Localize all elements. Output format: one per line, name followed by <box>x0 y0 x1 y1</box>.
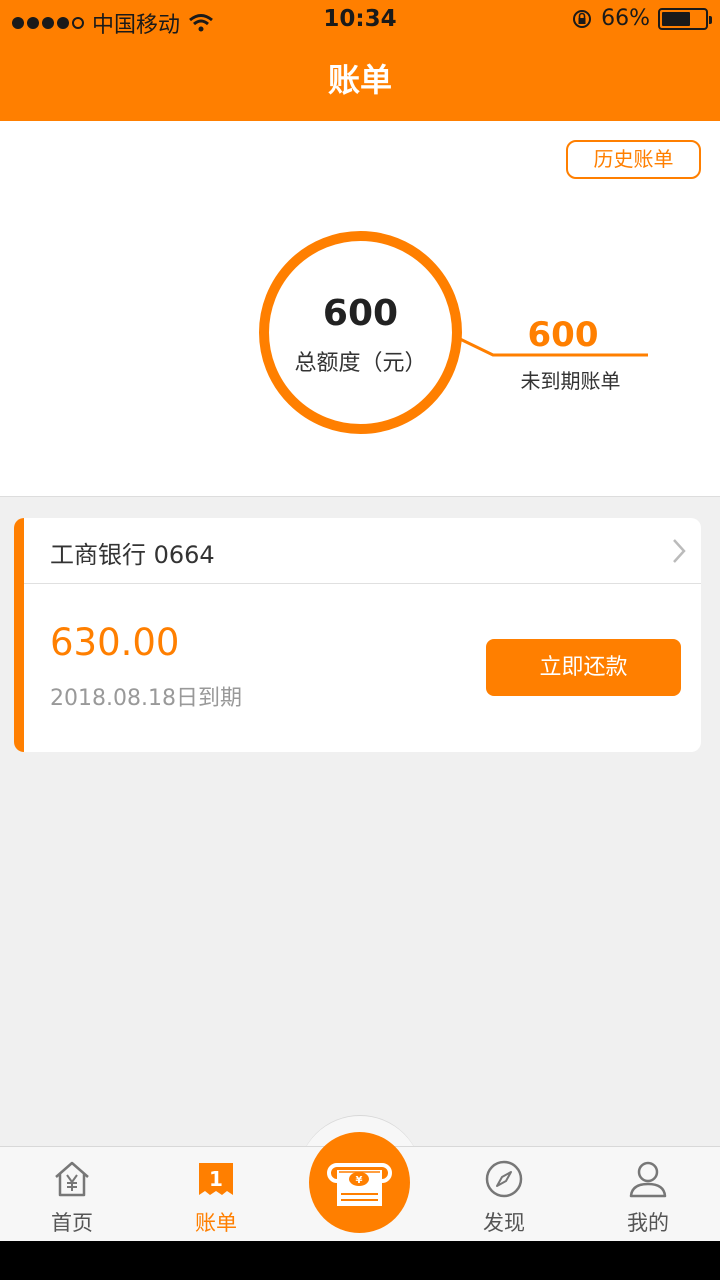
bill-badge: 1 <box>209 1167 223 1191</box>
tab-discover-label: 发现 <box>483 1211 525 1235</box>
upcoming-bill-amount: 600 <box>527 315 599 355</box>
tab-home[interactable]: 首页 <box>12 1147 132 1242</box>
bill-due-date: 2018.08.18日到期 <box>50 686 242 711</box>
tab-home-label: 首页 <box>51 1211 93 1235</box>
bill-summary: 历史账单 600 总额度（元） 600 未到期账单 <box>0 121 720 497</box>
user-icon <box>629 1161 667 1198</box>
device-bottom-bar <box>0 1241 720 1280</box>
tab-mine-label: 我的 <box>627 1211 669 1235</box>
battery-percent: 66% <box>601 6 650 31</box>
card-accent-bar <box>14 518 24 752</box>
compass-icon <box>485 1160 523 1198</box>
rotation-lock-icon <box>573 9 592 28</box>
tab-bills[interactable]: 1 账单 <box>156 1147 276 1242</box>
total-limit-label: 总额度（元） <box>294 351 427 376</box>
page-title: 账单 <box>0 40 720 121</box>
bill-amount: 630.00 <box>50 621 180 664</box>
battery-icon <box>658 7 712 30</box>
cash-machine-icon: ¥ <box>327 1163 392 1206</box>
total-limit-amount: 600 <box>322 293 399 334</box>
total-limit-ring: 600 总额度（元） <box>259 231 462 434</box>
bank-row[interactable]: 工商银行 0664 <box>24 518 701 584</box>
bill-icon: 1 <box>199 1163 233 1195</box>
bill-card: 工商银行 0664 630.00 2018.08.18日到期 立即还款 <box>14 518 701 752</box>
status-right: 66% <box>571 6 712 31</box>
status-bar: 中国移动 10:34 66% <box>0 0 720 40</box>
quick-cash-button[interactable]: ¥ <box>309 1132 410 1233</box>
svg-text:¥: ¥ <box>356 1175 363 1186</box>
upcoming-bill-label: 未到期账单 <box>520 369 621 393</box>
pay-now-button[interactable]: 立即还款 <box>486 639 681 696</box>
home-yen-icon <box>55 1161 89 1197</box>
bank-name: 工商银行 0664 <box>50 541 215 569</box>
tab-discover[interactable]: 发现 <box>444 1147 564 1242</box>
tab-mine[interactable]: 我的 <box>588 1147 708 1242</box>
tab-bills-label: 账单 <box>195 1211 237 1235</box>
chevron-right-icon <box>673 539 686 563</box>
